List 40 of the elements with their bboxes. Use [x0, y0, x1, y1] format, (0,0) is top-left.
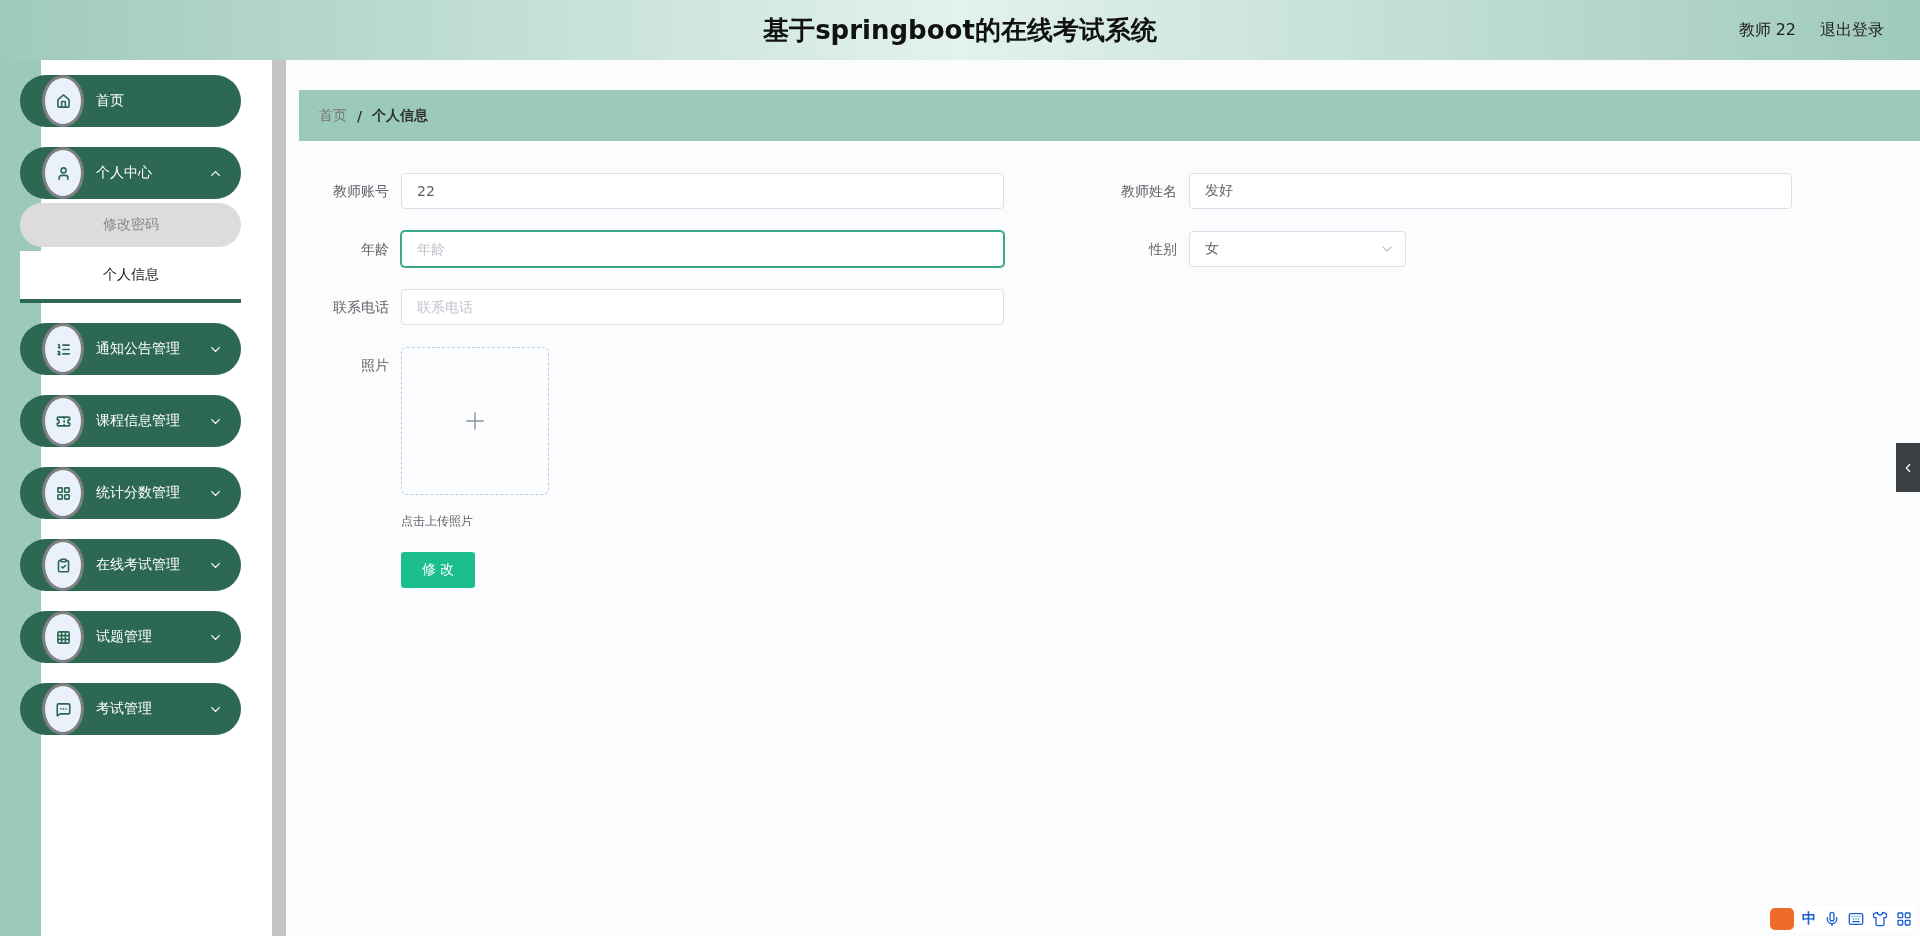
ime-logo-icon	[1770, 908, 1794, 930]
menu-item[interactable]: 统计分数管理	[20, 467, 241, 519]
grid-icon	[42, 467, 84, 519]
scrollbar[interactable]	[272, 60, 286, 936]
list-icon	[42, 323, 84, 375]
select-field[interactable]: 女	[1189, 231, 1406, 267]
breadcrumb-separator: /	[357, 107, 363, 124]
input-field[interactable]: 22	[401, 173, 1004, 209]
input-field[interactable]: 发好	[1189, 173, 1792, 209]
ime-mode[interactable]: 中	[1802, 910, 1816, 928]
logout-link[interactable]: 退出登录	[1820, 19, 1884, 41]
menu-item[interactable]: 试题管理	[20, 611, 241, 663]
submenu-item[interactable]: 个人信息	[20, 251, 241, 303]
app-title: 基于springboot的在线考试系统	[763, 13, 1157, 47]
chat-icon	[42, 683, 84, 735]
field-label: 年龄	[360, 240, 390, 259]
ticket-icon	[42, 395, 84, 447]
microphone-icon[interactable]	[1824, 911, 1840, 927]
upload-hint: 点击上传照片	[401, 513, 474, 530]
input-field[interactable]: 年龄	[401, 231, 1004, 267]
grid-icon	[42, 611, 84, 663]
shirt-icon[interactable]	[1872, 911, 1888, 927]
keyboard-icon[interactable]	[1848, 911, 1864, 927]
breadcrumb-link[interactable]: 个人信息	[372, 106, 429, 125]
user-name: 教师 22	[1738, 19, 1796, 41]
home-icon	[42, 75, 84, 127]
clipboard-check-icon	[42, 539, 84, 591]
field-label: 教师账号	[332, 182, 390, 201]
menu-item[interactable]: 课程信息管理	[20, 395, 241, 447]
menu-item[interactable]: 考试管理	[20, 683, 241, 735]
menu-item[interactable]: 首页	[20, 75, 241, 127]
menu-item[interactable]: 通知公告管理	[20, 323, 241, 375]
menu-item[interactable]: 个人中心	[20, 147, 241, 199]
field-label: 联系电话	[332, 298, 390, 317]
field-label: 教师姓名	[1120, 182, 1178, 201]
field-label: 性别	[1147, 240, 1178, 259]
menu-item[interactable]: 在线考试管理	[20, 539, 241, 591]
user-icon	[42, 147, 84, 199]
field-label: 照片	[360, 356, 390, 375]
grid-icon[interactable]	[1896, 911, 1912, 927]
